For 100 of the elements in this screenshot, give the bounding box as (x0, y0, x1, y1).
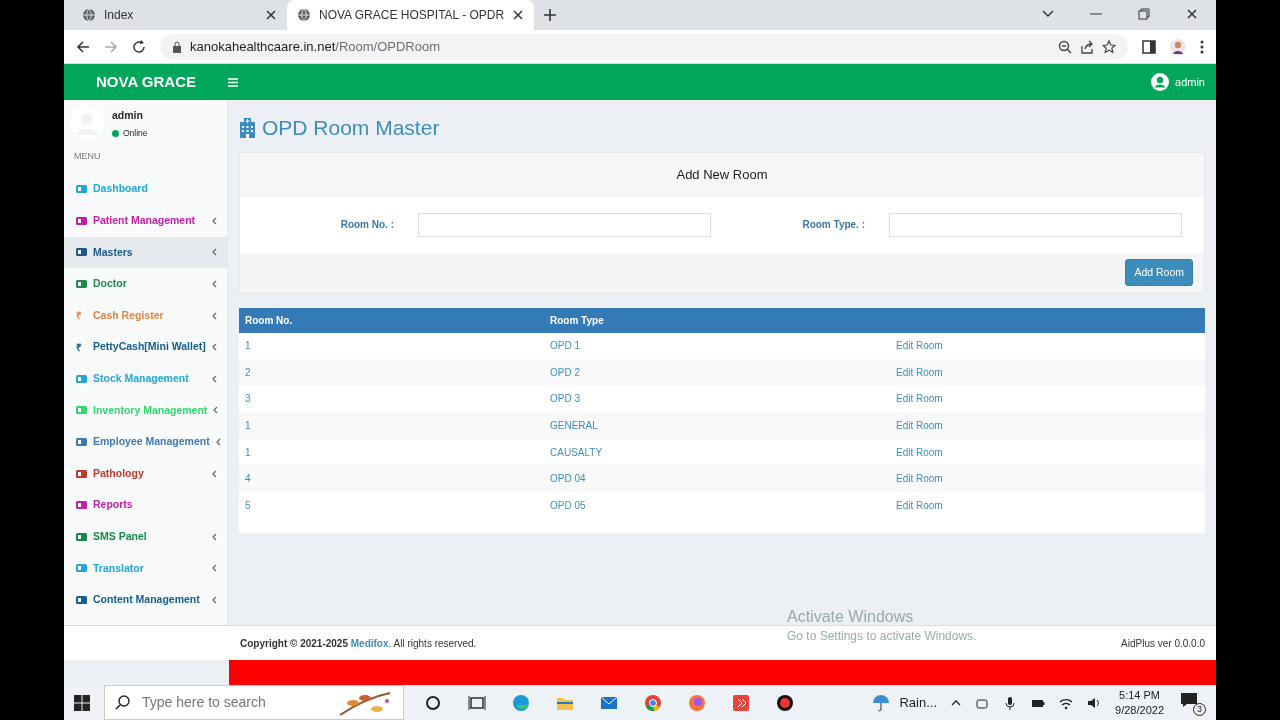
sidebar-item[interactable]: Doctor (64, 268, 227, 300)
app-icon[interactable] (732, 693, 750, 712)
footer-link[interactable]: Medifox (350, 637, 389, 649)
status-dot-icon (112, 129, 119, 137)
globe-icon (297, 8, 311, 22)
restore-icon[interactable] (1138, 8, 1150, 20)
activation-text: Go to Settings to activate Windows. (787, 627, 977, 644)
chevron-icon (212, 374, 217, 383)
sidebar-item[interactable]: Reports (64, 489, 227, 522)
sidebar-item[interactable]: Employee Management (64, 426, 227, 458)
caret-up-icon[interactable] (951, 699, 962, 706)
menu-item-icon (76, 500, 87, 511)
windows-icon[interactable] (74, 694, 90, 711)
activation-title: Activate Windows (787, 607, 915, 627)
firefox-icon[interactable] (688, 693, 706, 712)
reload-icon[interactable] (132, 39, 146, 54)
edit-link[interactable]: Edit Room (896, 420, 943, 432)
brand-name[interactable]: NOVA GRACE (64, 70, 228, 94)
lock-icon (172, 40, 182, 53)
sidebar-item[interactable]: ₹ Cash Register (64, 299, 227, 332)
zoom-out-icon[interactable] (1058, 39, 1072, 54)
page-title: OPD Room Master (262, 115, 440, 141)
table-cell: 2 (245, 366, 251, 378)
search-field[interactable]: Type here to search (140, 691, 325, 714)
chrome-icon[interactable] (644, 693, 662, 712)
notification-count: 3 (1193, 702, 1206, 716)
chat-icon (1180, 691, 1198, 708)
input-field[interactable] (889, 212, 1182, 237)
table-cell: OPD 05 (550, 499, 586, 511)
share-icon[interactable] (1080, 39, 1094, 54)
sidebar-item[interactable]: Pathology (64, 457, 227, 490)
close-icon[interactable] (265, 9, 277, 21)
chevron-icon (213, 406, 219, 415)
sidebar-item[interactable]: Dashboard (64, 173, 227, 206)
edit-link[interactable]: Edit Room (896, 340, 943, 352)
menu-item-icon (76, 215, 87, 226)
tab-title: Index (104, 7, 135, 24)
speaker-icon[interactable] (1087, 695, 1102, 710)
table-cell: 1 (245, 340, 251, 352)
chevron-icon (212, 216, 217, 225)
more-icon[interactable] (1200, 39, 1204, 54)
input-field[interactable] (418, 212, 711, 237)
sidebar-item[interactable]: Masters (64, 236, 227, 269)
rupee-icon: ₹ (76, 308, 87, 324)
browser-tab[interactable]: Index (72, 0, 287, 30)
menu-heading: MENU (73, 150, 102, 163)
edit-link[interactable]: Edit Room (896, 366, 943, 378)
edit-link[interactable]: Edit Room (896, 499, 943, 511)
chevron-icon (212, 596, 217, 604)
umbrella-icon (871, 692, 892, 713)
sidebar-item[interactable]: SMS Panel (64, 521, 227, 553)
browser-tab[interactable]: NOVA GRACE HOSPITAL - OPDR (287, 0, 535, 30)
rupee-icon: ₹ (76, 339, 87, 355)
task-view-icon[interactable] (468, 693, 486, 712)
chevron-icon (212, 280, 217, 289)
back-icon[interactable] (76, 39, 90, 54)
table-cell: 5 (245, 499, 251, 511)
edit-link[interactable]: Edit Room (896, 473, 943, 485)
chevron-icon (215, 438, 221, 447)
cortana-icon[interactable] (424, 693, 442, 712)
side-panel-icon[interactable] (1142, 39, 1156, 54)
edit-link[interactable]: Edit Room (896, 393, 943, 405)
sidebar-item[interactable]: ₹ PettyCash[Mini Wallet] (64, 331, 227, 364)
user-icon[interactable] (1151, 73, 1170, 91)
sidebar-item[interactable]: Translator (64, 552, 227, 585)
star-icon[interactable] (1102, 39, 1116, 54)
menu-item-icon (76, 405, 87, 416)
table-cell: OPD 1 (550, 340, 580, 352)
chevron-icon (212, 564, 217, 573)
version-text: AidPlus ver 0.0.0.0 (1121, 636, 1205, 651)
close-icon[interactable] (1186, 8, 1198, 20)
menu-item-icon (76, 247, 87, 258)
weather-widget[interactable]: Rain... (871, 692, 938, 713)
search-box[interactable]: Type here to search (104, 685, 404, 720)
table-cell: CAUSALTY (550, 446, 603, 458)
table-cell: 4 (245, 473, 251, 485)
close-icon[interactable] (512, 9, 525, 21)
clock[interactable]: 5:14 PM 9/28/2022 (1115, 687, 1164, 718)
edit-link[interactable]: Edit Room (896, 446, 943, 458)
sidebar-item[interactable]: Stock Management (64, 363, 227, 395)
address-bar[interactable]: kanokahealthcaare.in.net/Room/OPDRoom (160, 33, 1128, 60)
menu-item-icon (76, 468, 87, 479)
sidebar-item[interactable]: Content Management (64, 584, 227, 616)
menu-icon[interactable] (228, 77, 238, 87)
menu-item-icon (76, 184, 87, 195)
search-icon (115, 695, 130, 710)
chevron-icon (212, 311, 217, 320)
table-cell: 1 (245, 446, 251, 458)
sidebar-item[interactable]: Patient Management (64, 205, 227, 237)
notification-button[interactable]: 3 (1178, 689, 1206, 716)
plus-icon[interactable] (544, 9, 557, 21)
add-room-button[interactable]: Add Room (1125, 258, 1193, 287)
avatar-icon[interactable] (1170, 38, 1186, 55)
record-icon[interactable] (776, 693, 794, 712)
copyright-text: Copyright © 2021-2025 Medifox. All rights reserved. (240, 636, 477, 651)
microphone-icon[interactable] (1003, 695, 1018, 710)
column-header: Room No. (244, 313, 294, 328)
menu-item-icon (76, 373, 87, 384)
user-name[interactable]: admin (1175, 73, 1205, 91)
table-cell: OPD 04 (550, 473, 586, 485)
